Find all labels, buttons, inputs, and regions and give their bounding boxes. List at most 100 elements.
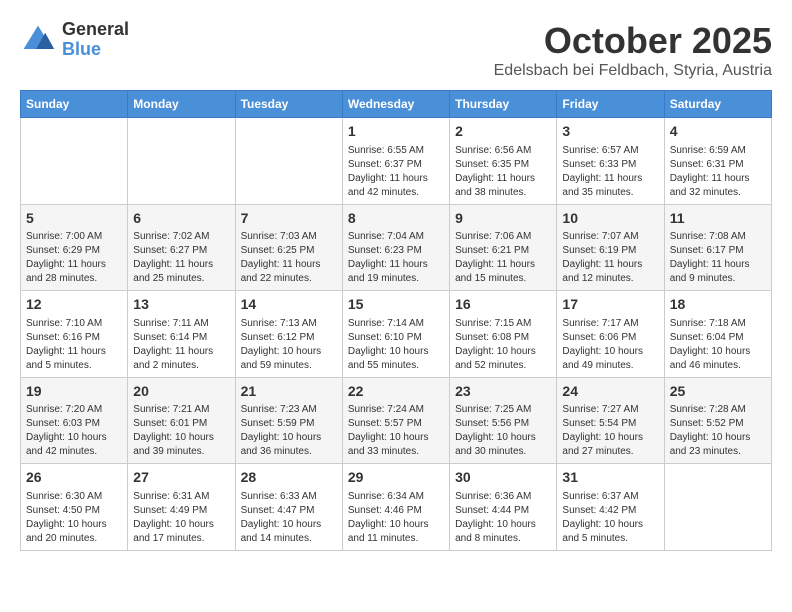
calendar-cell: 22Sunrise: 7:24 AMSunset: 5:57 PMDayligh… bbox=[342, 377, 449, 464]
title-block: October 2025 Edelsbach bei Feldbach, Sty… bbox=[494, 20, 772, 80]
cell-content: Sunrise: 7:07 AMSunset: 6:19 PMDaylight:… bbox=[562, 230, 658, 286]
day-number: 1 bbox=[348, 122, 444, 142]
calendar-cell: 8Sunrise: 7:04 AMSunset: 6:23 PMDaylight… bbox=[342, 204, 449, 291]
calendar-cell: 29Sunrise: 6:34 AMSunset: 4:46 PMDayligh… bbox=[342, 464, 449, 551]
day-number: 27 bbox=[133, 468, 229, 488]
weekday-header: Sunday bbox=[21, 91, 128, 118]
day-number: 8 bbox=[348, 209, 444, 229]
day-number: 2 bbox=[455, 122, 551, 142]
calendar-cell: 7Sunrise: 7:03 AMSunset: 6:25 PMDaylight… bbox=[235, 204, 342, 291]
day-number: 7 bbox=[241, 209, 337, 229]
cell-content: Sunrise: 7:23 AMSunset: 5:59 PMDaylight:… bbox=[241, 403, 337, 459]
calendar-cell: 5Sunrise: 7:00 AMSunset: 6:29 PMDaylight… bbox=[21, 204, 128, 291]
day-number: 26 bbox=[26, 468, 122, 488]
day-number: 6 bbox=[133, 209, 229, 229]
calendar-cell: 12Sunrise: 7:10 AMSunset: 6:16 PMDayligh… bbox=[21, 291, 128, 378]
weekday-header: Monday bbox=[128, 91, 235, 118]
calendar-cell: 1Sunrise: 6:55 AMSunset: 6:37 PMDaylight… bbox=[342, 118, 449, 205]
location-subtitle: Edelsbach bei Feldbach, Styria, Austria bbox=[494, 62, 772, 80]
day-number: 17 bbox=[562, 295, 658, 315]
cell-content: Sunrise: 7:08 AMSunset: 6:17 PMDaylight:… bbox=[670, 230, 766, 286]
logo-general-text: General bbox=[62, 20, 129, 40]
calendar-cell: 23Sunrise: 7:25 AMSunset: 5:56 PMDayligh… bbox=[450, 377, 557, 464]
calendar-cell: 24Sunrise: 7:27 AMSunset: 5:54 PMDayligh… bbox=[557, 377, 664, 464]
day-number: 23 bbox=[455, 382, 551, 402]
calendar-cell: 30Sunrise: 6:36 AMSunset: 4:44 PMDayligh… bbox=[450, 464, 557, 551]
calendar-week-row: 26Sunrise: 6:30 AMSunset: 4:50 PMDayligh… bbox=[21, 464, 772, 551]
calendar-week-row: 5Sunrise: 7:00 AMSunset: 6:29 PMDaylight… bbox=[21, 204, 772, 291]
cell-content: Sunrise: 7:20 AMSunset: 6:03 PMDaylight:… bbox=[26, 403, 122, 459]
calendar-cell: 28Sunrise: 6:33 AMSunset: 4:47 PMDayligh… bbox=[235, 464, 342, 551]
weekday-header: Tuesday bbox=[235, 91, 342, 118]
cell-content: Sunrise: 7:10 AMSunset: 6:16 PMDaylight:… bbox=[26, 317, 122, 373]
calendar-cell: 14Sunrise: 7:13 AMSunset: 6:12 PMDayligh… bbox=[235, 291, 342, 378]
day-number: 5 bbox=[26, 209, 122, 229]
cell-content: Sunrise: 7:00 AMSunset: 6:29 PMDaylight:… bbox=[26, 230, 122, 286]
calendar-cell: 26Sunrise: 6:30 AMSunset: 4:50 PMDayligh… bbox=[21, 464, 128, 551]
calendar-cell: 27Sunrise: 6:31 AMSunset: 4:49 PMDayligh… bbox=[128, 464, 235, 551]
calendar-cell bbox=[235, 118, 342, 205]
day-number: 14 bbox=[241, 295, 337, 315]
day-number: 15 bbox=[348, 295, 444, 315]
logo-text: General Blue bbox=[62, 20, 129, 60]
day-number: 24 bbox=[562, 382, 658, 402]
cell-content: Sunrise: 7:02 AMSunset: 6:27 PMDaylight:… bbox=[133, 230, 229, 286]
calendar-cell: 4Sunrise: 6:59 AMSunset: 6:31 PMDaylight… bbox=[664, 118, 771, 205]
calendar-cell: 2Sunrise: 6:56 AMSunset: 6:35 PMDaylight… bbox=[450, 118, 557, 205]
cell-content: Sunrise: 7:28 AMSunset: 5:52 PMDaylight:… bbox=[670, 403, 766, 459]
cell-content: Sunrise: 7:14 AMSunset: 6:10 PMDaylight:… bbox=[348, 317, 444, 373]
day-number: 31 bbox=[562, 468, 658, 488]
day-number: 20 bbox=[133, 382, 229, 402]
logo-icon bbox=[20, 22, 56, 58]
calendar-cell: 18Sunrise: 7:18 AMSunset: 6:04 PMDayligh… bbox=[664, 291, 771, 378]
day-number: 21 bbox=[241, 382, 337, 402]
logo: General Blue bbox=[20, 20, 129, 60]
cell-content: Sunrise: 6:30 AMSunset: 4:50 PMDaylight:… bbox=[26, 490, 122, 546]
calendar-cell: 31Sunrise: 6:37 AMSunset: 4:42 PMDayligh… bbox=[557, 464, 664, 551]
cell-content: Sunrise: 6:31 AMSunset: 4:49 PMDaylight:… bbox=[133, 490, 229, 546]
calendar-cell bbox=[128, 118, 235, 205]
calendar-cell: 9Sunrise: 7:06 AMSunset: 6:21 PMDaylight… bbox=[450, 204, 557, 291]
weekday-header: Thursday bbox=[450, 91, 557, 118]
month-title: October 2025 bbox=[494, 20, 772, 62]
calendar-cell: 6Sunrise: 7:02 AMSunset: 6:27 PMDaylight… bbox=[128, 204, 235, 291]
calendar-cell: 25Sunrise: 7:28 AMSunset: 5:52 PMDayligh… bbox=[664, 377, 771, 464]
weekday-header-row: SundayMondayTuesdayWednesdayThursdayFrid… bbox=[21, 91, 772, 118]
calendar-cell: 21Sunrise: 7:23 AMSunset: 5:59 PMDayligh… bbox=[235, 377, 342, 464]
cell-content: Sunrise: 6:34 AMSunset: 4:46 PMDaylight:… bbox=[348, 490, 444, 546]
cell-content: Sunrise: 6:37 AMSunset: 4:42 PMDaylight:… bbox=[562, 490, 658, 546]
calendar-cell: 16Sunrise: 7:15 AMSunset: 6:08 PMDayligh… bbox=[450, 291, 557, 378]
calendar-week-row: 19Sunrise: 7:20 AMSunset: 6:03 PMDayligh… bbox=[21, 377, 772, 464]
weekday-header: Wednesday bbox=[342, 91, 449, 118]
page-header: General Blue October 2025 Edelsbach bei … bbox=[20, 20, 772, 80]
calendar-cell bbox=[664, 464, 771, 551]
calendar-cell: 10Sunrise: 7:07 AMSunset: 6:19 PMDayligh… bbox=[557, 204, 664, 291]
calendar-cell: 3Sunrise: 6:57 AMSunset: 6:33 PMDaylight… bbox=[557, 118, 664, 205]
day-number: 4 bbox=[670, 122, 766, 142]
day-number: 18 bbox=[670, 295, 766, 315]
day-number: 29 bbox=[348, 468, 444, 488]
day-number: 19 bbox=[26, 382, 122, 402]
day-number: 30 bbox=[455, 468, 551, 488]
cell-content: Sunrise: 7:11 AMSunset: 6:14 PMDaylight:… bbox=[133, 317, 229, 373]
cell-content: Sunrise: 6:59 AMSunset: 6:31 PMDaylight:… bbox=[670, 144, 766, 200]
calendar-table: SundayMondayTuesdayWednesdayThursdayFrid… bbox=[20, 90, 772, 551]
day-number: 10 bbox=[562, 209, 658, 229]
cell-content: Sunrise: 7:13 AMSunset: 6:12 PMDaylight:… bbox=[241, 317, 337, 373]
calendar-cell bbox=[21, 118, 128, 205]
calendar-cell: 17Sunrise: 7:17 AMSunset: 6:06 PMDayligh… bbox=[557, 291, 664, 378]
day-number: 22 bbox=[348, 382, 444, 402]
cell-content: Sunrise: 7:15 AMSunset: 6:08 PMDaylight:… bbox=[455, 317, 551, 373]
cell-content: Sunrise: 6:57 AMSunset: 6:33 PMDaylight:… bbox=[562, 144, 658, 200]
cell-content: Sunrise: 7:21 AMSunset: 6:01 PMDaylight:… bbox=[133, 403, 229, 459]
day-number: 28 bbox=[241, 468, 337, 488]
day-number: 16 bbox=[455, 295, 551, 315]
calendar-cell: 13Sunrise: 7:11 AMSunset: 6:14 PMDayligh… bbox=[128, 291, 235, 378]
calendar-cell: 20Sunrise: 7:21 AMSunset: 6:01 PMDayligh… bbox=[128, 377, 235, 464]
calendar-cell: 11Sunrise: 7:08 AMSunset: 6:17 PMDayligh… bbox=[664, 204, 771, 291]
calendar-cell: 15Sunrise: 7:14 AMSunset: 6:10 PMDayligh… bbox=[342, 291, 449, 378]
calendar-cell: 19Sunrise: 7:20 AMSunset: 6:03 PMDayligh… bbox=[21, 377, 128, 464]
cell-content: Sunrise: 7:04 AMSunset: 6:23 PMDaylight:… bbox=[348, 230, 444, 286]
day-number: 13 bbox=[133, 295, 229, 315]
cell-content: Sunrise: 6:36 AMSunset: 4:44 PMDaylight:… bbox=[455, 490, 551, 546]
